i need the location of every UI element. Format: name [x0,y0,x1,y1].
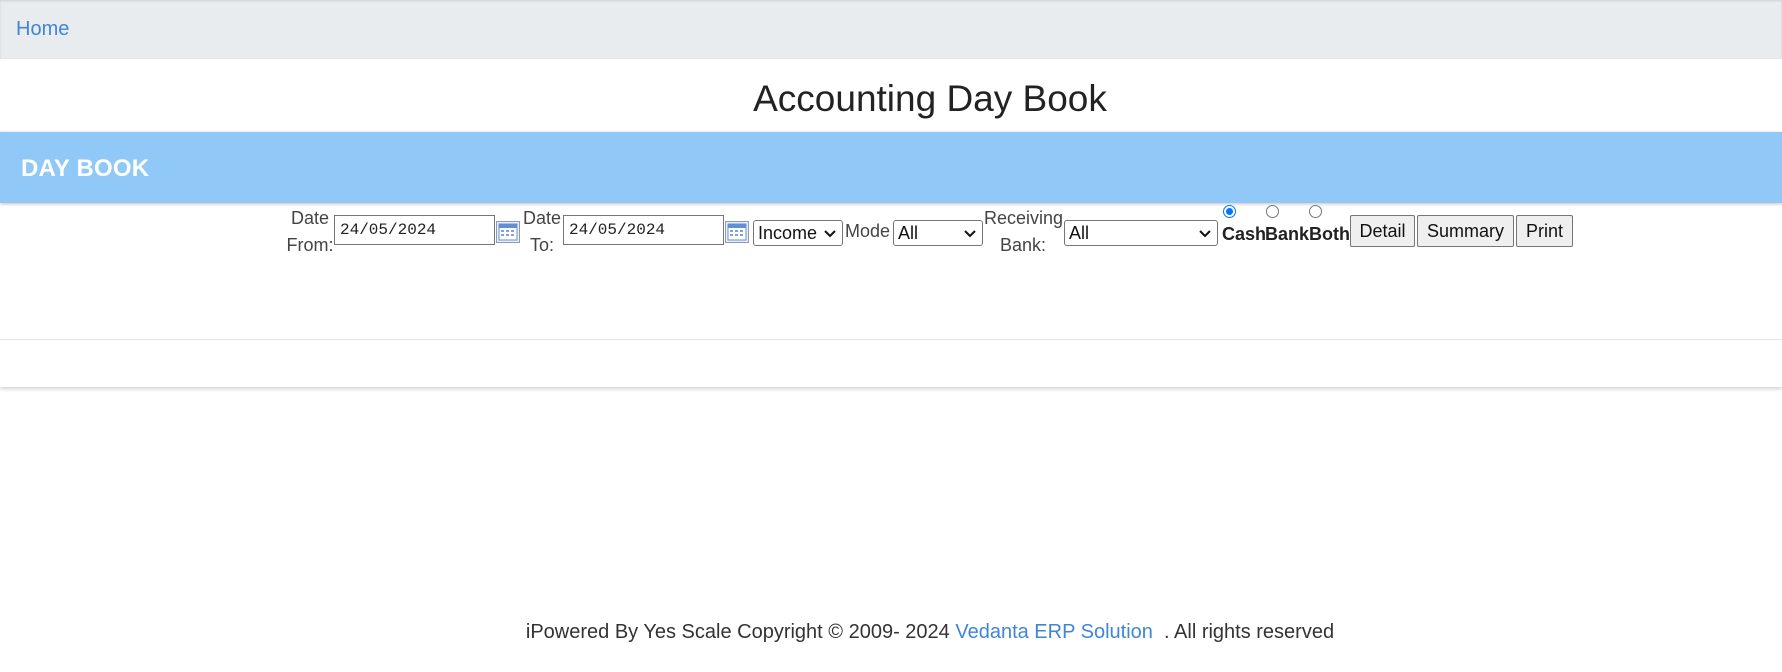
print-button[interactable]: Print [1516,215,1573,247]
card-header: DAY BOOK [0,132,1782,203]
card-divider [0,339,1782,340]
date-from-input[interactable]: 24/05/2024 [334,215,495,245]
type-select[interactable]: Income [753,220,843,246]
detail-button[interactable]: Detail [1350,215,1415,247]
card-header-title: DAY BOOK [21,155,150,182]
type-select-value: Income [758,223,818,243]
top-nav-bar: Home [0,0,1782,59]
radio-cash[interactable] [1223,205,1236,218]
radio-both[interactable] [1309,205,1322,218]
chevron-down-icon [964,230,976,238]
footer-rights: . All rights reserved [1152,621,1335,643]
date-to-label: Date To: [522,205,562,259]
date-to-calendar-icon[interactable] [725,221,749,243]
receiving-bank-select-value: All [1069,223,1090,243]
footer: iPowered By Yes Scale Copyright © 2009- … [0,621,1782,644]
date-from-label-line1: Date [290,208,330,228]
mode-select[interactable]: All [893,220,983,246]
date-from-label-line2: From: [286,235,334,255]
radio-cash-label: Cash [1222,224,1267,244]
date-from-calendar-icon[interactable] [496,221,520,243]
radio-bank-label: Bank [1265,224,1310,244]
footer-copyright: iPowered By Yes Scale Copyright © 2009- … [525,621,956,643]
date-to-label-line2: To: [529,235,554,255]
page-title: Accounting Day Book [753,78,1107,119]
receiving-bank-select[interactable]: All [1064,220,1218,246]
chevron-down-icon [824,230,836,238]
radio-both-label: Both [1309,224,1350,244]
footer-company-link[interactable]: Vedanta ERP Solution [955,621,1153,643]
receiving-bank-label-line1: Receiving [984,208,1064,228]
summary-button[interactable]: Summary [1417,215,1514,247]
receiving-bank-label-line2: Bank: [999,235,1047,255]
radio-bank[interactable] [1266,205,1279,218]
date-from-label: Date From: [286,205,334,259]
receiving-bank-label: Receiving Bank: [984,205,1064,259]
chevron-down-icon [1199,230,1211,238]
day-book-card: DAY BOOK Date From: 24/05/2024 Date To: … [0,132,1782,387]
mode-label: Mode [845,221,891,241]
home-link[interactable]: Home [16,18,69,41]
date-to-label-line1: Date [522,208,562,228]
date-to-input[interactable]: 24/05/2024 [563,215,724,245]
mode-select-value: All [898,223,919,243]
